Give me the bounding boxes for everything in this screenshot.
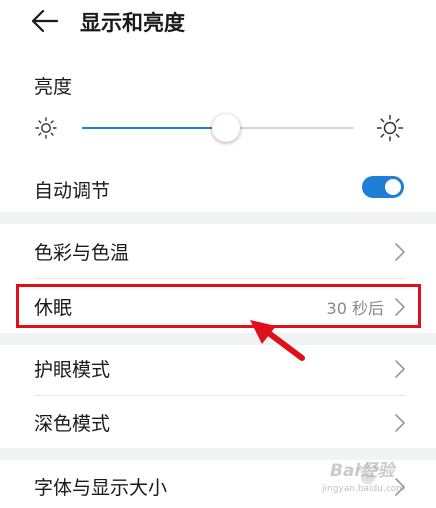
- eye-comfort-label: 护眼模式: [34, 359, 111, 381]
- chevron-right-icon: [395, 414, 405, 432]
- watermark-brand: Bai经验: [330, 461, 395, 481]
- font-display-size-label: 字体与显示大小: [34, 477, 168, 499]
- back-arrow-icon[interactable]: [30, 8, 60, 34]
- page-title: 显示和亮度: [80, 11, 185, 35]
- brightness-high-icon: [376, 114, 404, 142]
- brightness-label: 亮度: [34, 76, 73, 98]
- annotation-highlight-box: [16, 284, 421, 328]
- toggle-knob: [385, 179, 401, 195]
- chevron-right-icon: [395, 243, 405, 261]
- section-gap: [0, 212, 436, 224]
- dark-mode-row[interactable]: 深色模式: [0, 395, 436, 449]
- slider-thumb[interactable]: [212, 114, 240, 142]
- watermark-url: jingyan.baidu.com: [322, 484, 406, 494]
- slider-fill: [82, 127, 226, 129]
- dark-mode-label: 深色模式: [34, 413, 111, 435]
- chevron-right-icon: [395, 360, 405, 378]
- color-temperature-label: 色彩与色温: [34, 242, 130, 264]
- brightness-slider[interactable]: [82, 110, 354, 146]
- brightness-low-icon: [35, 117, 57, 139]
- eye-comfort-row[interactable]: 护眼模式: [0, 341, 436, 395]
- auto-brightness-toggle[interactable]: [362, 176, 404, 198]
- color-temperature-row[interactable]: 色彩与色温: [0, 224, 436, 278]
- header-bar: 显示和亮度: [0, 0, 436, 44]
- auto-brightness-label: 自动调节: [34, 180, 111, 202]
